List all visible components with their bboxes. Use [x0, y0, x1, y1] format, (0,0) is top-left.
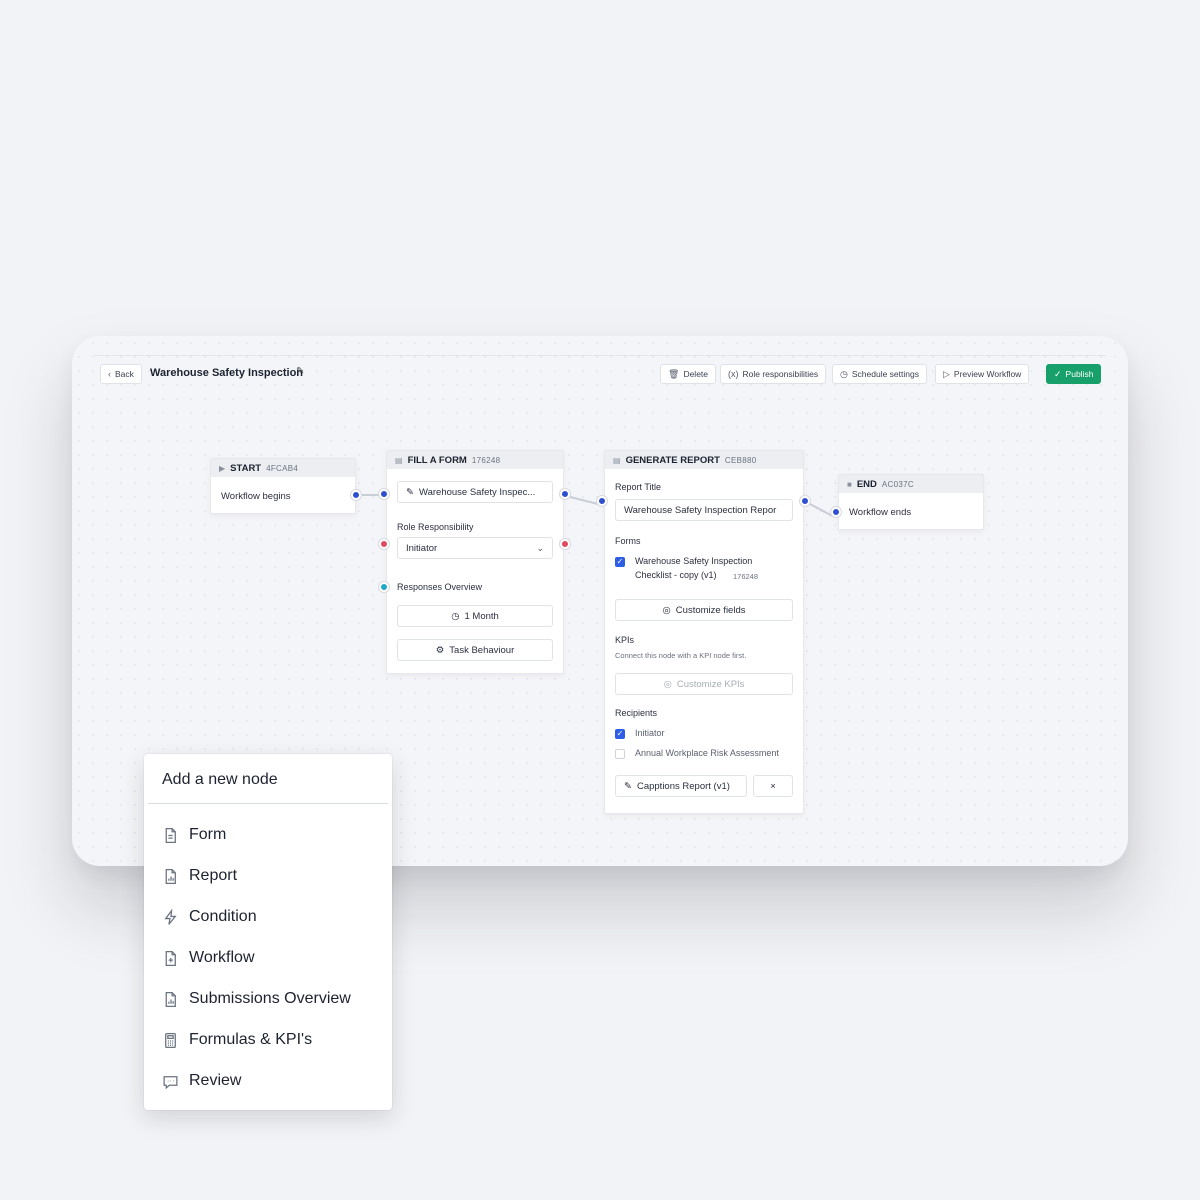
end-node-header: ■ END AC037C: [839, 475, 983, 493]
start-node-text: Workflow begins: [221, 491, 291, 502]
popup-title: Add a new node: [162, 771, 278, 788]
file-plus-icon: [165, 950, 176, 966]
customize-fields-button[interactable]: ◎ Customize fields: [615, 599, 793, 621]
start-node[interactable]: ▶ START 4FCAB4 Workflow begins: [210, 458, 356, 514]
close-icon: ×: [770, 780, 776, 792]
top-divider: [94, 355, 1106, 356]
stop-icon: ■: [847, 479, 852, 489]
popup-divider: [148, 803, 388, 804]
recipient-initiator-checkbox[interactable]: ✓: [615, 729, 625, 739]
report-icon: [165, 868, 176, 884]
clock-icon: ◷: [451, 610, 460, 622]
edit-icon: ✎: [406, 486, 414, 498]
report-title-label: Report Title: [615, 482, 662, 492]
responses-port[interactable]: [379, 582, 389, 592]
add-review-node-item[interactable]: Review: [162, 1070, 241, 1092]
form-item-line2: Checklist - copy (v1): [635, 570, 717, 580]
check-circle-icon: ◎: [663, 678, 672, 690]
workflow-title: Warehouse Safety Inspection: [150, 367, 304, 379]
add-workflow-node-item[interactable]: Workflow: [162, 947, 255, 969]
chevron-down-icon: ⌄: [536, 542, 544, 553]
form-item-code: 176248: [733, 572, 759, 581]
report-input-port[interactable]: [597, 496, 607, 506]
edit-title-icon[interactable]: ✎: [296, 366, 304, 377]
report-template-button[interactable]: ✎ Capptions Report (v1): [615, 775, 747, 797]
end-node[interactable]: ■ END AC037C Workflow ends: [838, 474, 984, 530]
file-icon: [165, 827, 176, 843]
add-report-node-item[interactable]: Report: [162, 865, 237, 887]
preview-workflow-button[interactable]: ▷ Preview Workflow: [935, 364, 1030, 384]
kpis-hint: Connect this node with a KPI node first.: [615, 651, 747, 660]
forms-label: Forms: [615, 536, 641, 546]
variable-icon: (x): [728, 369, 739, 379]
file-icon: ▤: [395, 455, 403, 465]
form-checkbox[interactable]: ✓: [615, 557, 625, 567]
report-icon: [165, 991, 176, 1007]
report-title-input[interactable]: Warehouse Safety Inspection Repor: [615, 499, 793, 521]
role-input-port[interactable]: [379, 539, 389, 549]
add-submissions-overview-node-item[interactable]: Submissions Overview: [162, 988, 351, 1010]
schedule-settings-button[interactable]: ◷ Schedule settings: [832, 364, 927, 384]
report-output-port[interactable]: [800, 496, 810, 506]
start-output-port[interactable]: [351, 490, 361, 500]
task-behaviour-button[interactable]: ⚙ Task Behaviour: [397, 639, 553, 661]
generate-report-node-header: ▤ GENERATE REPORT CEB880: [605, 451, 803, 469]
play-icon: ▷: [943, 368, 950, 379]
form-output-port[interactable]: [560, 489, 570, 499]
add-formulas-kpis-node-item[interactable]: Formulas & KPI's: [162, 1029, 312, 1051]
recipient-initiator-label: Initiator: [635, 728, 665, 738]
chevron-left-icon: ‹: [108, 369, 111, 379]
calculator-icon: [165, 1032, 176, 1048]
clock-icon: ◷: [840, 368, 848, 379]
check-circle-icon: ✓: [1054, 368, 1062, 379]
add-form-node-item[interactable]: Form: [162, 824, 226, 846]
start-node-header: ▶ START 4FCAB4: [211, 459, 355, 477]
toolbar: ‹ Back Warehouse Safety Inspection ✎ 🗑 D…: [100, 364, 1102, 384]
fill-form-node[interactable]: ▤ FILL A FORM 176248 ✎ Warehouse Safety …: [386, 450, 564, 674]
remove-template-button[interactable]: ×: [753, 775, 793, 797]
recipient-assessment-label: Annual Workplace Risk Assessment: [635, 748, 779, 758]
role-responsibilities-button[interactable]: (x) Role responsibilities: [720, 364, 827, 384]
gear-icon: ⚙: [435, 644, 445, 656]
form-item-line1: Warehouse Safety Inspection: [635, 556, 753, 566]
kpis-label: KPIs: [615, 635, 635, 645]
delete-button[interactable]: 🗑 Delete: [660, 364, 717, 384]
publish-button[interactable]: ✓ Publish: [1046, 364, 1102, 384]
role-responsibility-label: Role Responsibility: [397, 522, 474, 532]
recipient-assessment-checkbox[interactable]: [615, 749, 625, 759]
end-input-port[interactable]: [831, 507, 841, 517]
form-select-field[interactable]: ✎ Warehouse Safety Inspec...: [397, 481, 553, 503]
check-circle-icon: ◎: [662, 604, 671, 616]
fill-form-node-header: ▤ FILL A FORM 176248: [387, 451, 563, 469]
role-dropdown[interactable]: Initiator ⌄: [397, 537, 553, 559]
generate-report-node[interactable]: ▤ GENERATE REPORT CEB880 Report Title Wa…: [604, 450, 804, 814]
period-button[interactable]: ◷ 1 Month: [397, 605, 553, 627]
add-condition-node-item[interactable]: Condition: [162, 906, 257, 928]
play-icon: ▶: [219, 463, 226, 473]
responses-overview-label: Responses Overview: [397, 582, 483, 592]
trash-icon: 🗑: [668, 368, 680, 379]
chat-icon: [163, 1075, 178, 1089]
customize-kpis-button: ◎ Customize KPIs: [615, 673, 793, 695]
end-node-text: Workflow ends: [849, 507, 912, 518]
connector-report-end: [807, 502, 834, 518]
report-icon: ▤: [613, 455, 621, 465]
form-input-port[interactable]: [379, 489, 389, 499]
recipients-label: Recipients: [615, 708, 658, 718]
edit-icon: ✎: [624, 780, 632, 792]
lightning-icon: [164, 908, 177, 925]
add-node-popup: Add a new node Form Report Condition Wor…: [144, 754, 392, 1110]
role-output-port[interactable]: [560, 539, 570, 549]
back-button[interactable]: ‹ Back: [100, 364, 142, 384]
